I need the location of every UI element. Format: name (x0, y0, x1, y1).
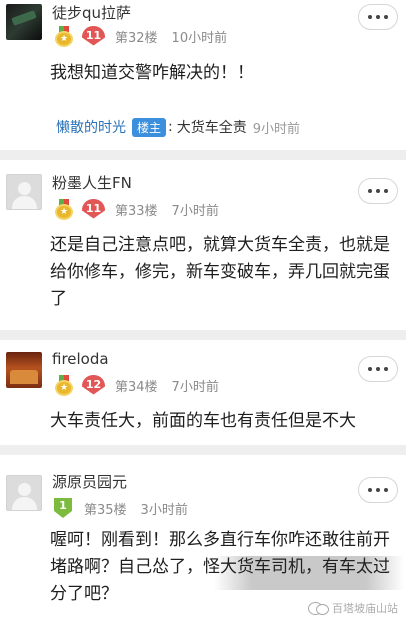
post-meta: 1 第35楼 3小时前 (54, 497, 188, 519)
more-options-button[interactable] (358, 356, 398, 382)
more-options-icon (368, 189, 372, 193)
post-time: 10小时前 (171, 30, 228, 46)
username[interactable]: 源原员园元 (52, 471, 127, 492)
wechat-icon (308, 601, 329, 615)
avatar[interactable] (6, 174, 42, 210)
level-heart-icon: 12 (82, 374, 105, 396)
level-number: 11 (85, 201, 102, 215)
post-divider (0, 150, 406, 160)
username[interactable]: 徒步qu拉萨 (52, 2, 131, 23)
reply-colon: : (168, 119, 173, 135)
op-badge: 楼主 (132, 117, 167, 137)
level-number: 1 (59, 499, 67, 512)
post-floor-34: fireloda ★ 12 第34楼 7小时前 大车责任大，前面的车也有责任但是… (0, 340, 406, 445)
post-time: 7小时前 (171, 379, 219, 395)
post-time: 7小时前 (171, 203, 219, 219)
post-floor-35: 源原员园元 1 第35楼 3小时前 喔呵！刚看到！那么多直行车你咋还敢往前开堵路… (0, 455, 406, 622)
medal-icon: ★ (54, 25, 74, 47)
floor-number: 第32楼 (115, 30, 158, 46)
post-floor-32: 徒步qu拉萨 ★ 11 第32楼 10小时前 我想知道交警咋解决的！！ 懒散的时… (0, 0, 406, 150)
post-divider (0, 445, 406, 455)
watermark-text: 百塔坡庙山站 (332, 602, 398, 615)
level-heart-icon: 11 (82, 198, 105, 220)
reply-time: 9小时前 (252, 121, 301, 137)
level-number: 12 (85, 377, 102, 391)
more-options-button[interactable] (358, 477, 398, 503)
post-meta: ★ 11 第32楼 10小时前 (54, 25, 227, 47)
avatar[interactable] (6, 475, 42, 511)
more-options-icon (368, 15, 372, 19)
post-divider (0, 330, 406, 340)
more-options-icon (368, 367, 372, 371)
reply-username[interactable]: 懒散的时光 (56, 117, 126, 137)
more-options-button[interactable] (358, 4, 398, 30)
floor-number: 第33楼 (115, 203, 158, 219)
reply-text: 大货车全责 (176, 120, 247, 136)
medal-icon: ★ (54, 198, 74, 220)
post-floor-33: 粉墨人生FN ★ 11 第33楼 7小时前 还是自己注意点吧，就算大货车全责，也… (0, 160, 406, 330)
post-content: 我想知道交警咋解决的！！ (50, 63, 254, 83)
floor-number: 第34楼 (115, 379, 158, 395)
watermark: 百塔坡庙山站 (308, 600, 398, 616)
post-meta: ★ 11 第33楼 7小时前 (54, 198, 219, 220)
level-shield-icon: 1 (54, 498, 72, 518)
image-artifact-overlay (214, 556, 404, 590)
more-options-button[interactable] (358, 178, 398, 204)
username[interactable]: fireloda (52, 350, 109, 368)
post-content: 大车责任大，前面的车也有责任但是不大 (50, 411, 356, 431)
post-meta: ★ 12 第34楼 7小时前 (54, 374, 219, 396)
more-options-icon (368, 488, 372, 492)
username[interactable]: 粉墨人生FN (52, 172, 132, 193)
level-heart-icon: 11 (82, 25, 105, 47)
avatar[interactable] (6, 4, 42, 40)
level-number: 11 (85, 28, 102, 42)
post-content: 还是自己注意点吧，就算大货车全责，也就是给你修车，修完，新车变破车，弄几回就完蛋… (50, 235, 390, 309)
medal-icon: ★ (54, 374, 74, 396)
floor-number: 第35楼 (84, 502, 127, 518)
reply-item[interactable]: 懒散的时光 楼主 : 大货车全责 9小时前 (56, 116, 300, 138)
post-time: 3小时前 (140, 502, 188, 518)
avatar[interactable] (6, 352, 42, 388)
